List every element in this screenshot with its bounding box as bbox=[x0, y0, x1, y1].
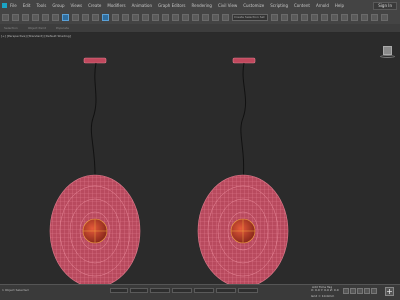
viewcube-icon[interactable] bbox=[383, 46, 392, 55]
layer-explorer-icon[interactable] bbox=[301, 14, 308, 21]
select-and-place-icon[interactable] bbox=[132, 14, 139, 21]
menu-item-rendering[interactable]: Rendering bbox=[192, 3, 212, 8]
perspective-viewport[interactable]: [+] [Perspective] [Standard] [Default Sh… bbox=[0, 33, 400, 288]
menu-item-animation[interactable]: Animation bbox=[132, 3, 152, 8]
percent-snap-icon[interactable] bbox=[202, 14, 209, 21]
menu-item-edit[interactable]: Edit bbox=[23, 3, 31, 8]
select-object-icon[interactable] bbox=[62, 14, 69, 21]
render-setup-icon[interactable] bbox=[351, 14, 358, 21]
go-to-start-icon[interactable] bbox=[343, 288, 349, 294]
ribbon-tab-populate[interactable]: Populate bbox=[56, 26, 69, 30]
menu-item-group[interactable]: Group bbox=[52, 3, 64, 8]
lock-selection-toggle[interactable] bbox=[110, 288, 128, 293]
menu-item-file[interactable]: File bbox=[10, 3, 17, 8]
menu-bar: File Edit Tools Group Views Create Modif… bbox=[0, 0, 400, 11]
ceiling-canopy-right bbox=[232, 57, 256, 64]
mirror-icon[interactable] bbox=[271, 14, 278, 21]
absolute-mode-toggle[interactable] bbox=[130, 288, 148, 293]
curve-editor-icon[interactable] bbox=[321, 14, 328, 21]
menu-item-arnold[interactable]: Arnold bbox=[316, 3, 329, 8]
redo-icon[interactable] bbox=[12, 14, 19, 21]
rendered-frame-window-icon[interactable] bbox=[361, 14, 368, 21]
pivot-center-icon[interactable] bbox=[152, 14, 159, 21]
ribbon-tab-selection[interactable]: Selection bbox=[4, 26, 18, 30]
x-coordinate-field[interactable] bbox=[150, 288, 170, 293]
ribbon-tab-object-paint[interactable]: Object Paint bbox=[28, 26, 46, 30]
menu-item-graph-editors[interactable]: Graph Editors bbox=[158, 3, 185, 8]
menu-item-scripting[interactable]: Scripting bbox=[270, 3, 288, 8]
add-button[interactable]: + bbox=[385, 287, 394, 296]
angle-snap-icon[interactable] bbox=[192, 14, 199, 21]
previous-frame-icon[interactable] bbox=[350, 288, 356, 294]
z-coordinate-field[interactable] bbox=[194, 288, 214, 293]
selection-filter-icon[interactable] bbox=[52, 14, 59, 21]
menu-item-create[interactable]: Create bbox=[88, 3, 101, 8]
menu-item-civil-view[interactable]: Civil View bbox=[218, 3, 237, 8]
menu-item-views[interactable]: Views bbox=[71, 3, 83, 8]
menu-item-help[interactable]: Help bbox=[335, 3, 344, 8]
reference-coordinate-icon[interactable] bbox=[142, 14, 149, 21]
suspension-cable-right bbox=[240, 62, 247, 182]
menu-item-modifiers[interactable]: Modifiers bbox=[107, 3, 125, 8]
time-tag-field[interactable] bbox=[238, 288, 258, 293]
grid-readout: Grid = 10.0mm bbox=[311, 294, 335, 298]
select-manipulate-icon[interactable] bbox=[162, 14, 169, 21]
menu-item-tools[interactable]: Tools bbox=[36, 3, 46, 8]
scene-canvas[interactable] bbox=[0, 33, 400, 288]
undo-icon[interactable] bbox=[2, 14, 9, 21]
ribbon-bar: Selection Object Paint Populate bbox=[0, 24, 400, 32]
select-and-scale-icon[interactable] bbox=[122, 14, 129, 21]
grid-spacing-field[interactable] bbox=[216, 288, 236, 293]
material-editor-icon[interactable] bbox=[341, 14, 348, 21]
next-frame-icon[interactable] bbox=[364, 288, 370, 294]
align-icon[interactable] bbox=[281, 14, 288, 21]
status-bar: 1 Object Selected X: 0.0 Y: 0.0 Z: 0.0 G… bbox=[0, 284, 400, 300]
menu-item-content[interactable]: Content bbox=[294, 3, 310, 8]
go-to-end-icon[interactable] bbox=[371, 288, 377, 294]
rectangular-selection-icon[interactable] bbox=[82, 14, 89, 21]
menu-item-customize[interactable]: Customize bbox=[243, 3, 264, 8]
suspension-cable-left bbox=[90, 62, 97, 182]
time-tag-label[interactable]: Add Time Tag bbox=[312, 285, 332, 289]
sign-in-button[interactable]: Sign In bbox=[373, 2, 397, 10]
status-message: 1 Object Selected bbox=[2, 288, 29, 292]
ceiling-canopy-left bbox=[83, 57, 107, 64]
viewcube-compass-icon[interactable] bbox=[380, 55, 395, 58]
pendant-lamp-left[interactable] bbox=[49, 57, 141, 288]
play-icon[interactable] bbox=[357, 288, 363, 294]
selection-set-dropdown[interactable]: Create Selection Set bbox=[232, 14, 268, 21]
app-logo-icon[interactable] bbox=[2, 3, 7, 8]
unlink-icon[interactable] bbox=[32, 14, 39, 21]
schematic-view-icon[interactable] bbox=[331, 14, 338, 21]
render-iterative-icon[interactable] bbox=[381, 14, 388, 21]
edit-named-selection-icon[interactable] bbox=[222, 14, 229, 21]
snaps-toggle-icon[interactable] bbox=[182, 14, 189, 21]
bind-space-warp-icon[interactable] bbox=[42, 14, 49, 21]
window-crossing-icon[interactable] bbox=[92, 14, 99, 21]
select-and-move-icon[interactable] bbox=[102, 14, 109, 21]
select-by-name-icon[interactable] bbox=[72, 14, 79, 21]
render-production-icon[interactable] bbox=[371, 14, 378, 21]
ribbon-toggle-icon[interactable] bbox=[311, 14, 318, 21]
spinner-snap-icon[interactable] bbox=[212, 14, 219, 21]
keyboard-shortcut-icon[interactable] bbox=[172, 14, 179, 21]
pendant-lamp-right[interactable] bbox=[197, 57, 289, 288]
viewport-label[interactable]: [+] [Perspective] [Standard] [Default Sh… bbox=[1, 34, 71, 38]
scene-explorer-icon[interactable] bbox=[291, 14, 298, 21]
main-toolbar: Create Selection Set bbox=[0, 11, 400, 24]
select-and-rotate-icon[interactable] bbox=[112, 14, 119, 21]
link-icon[interactable] bbox=[22, 14, 29, 21]
y-coordinate-field[interactable] bbox=[172, 288, 192, 293]
